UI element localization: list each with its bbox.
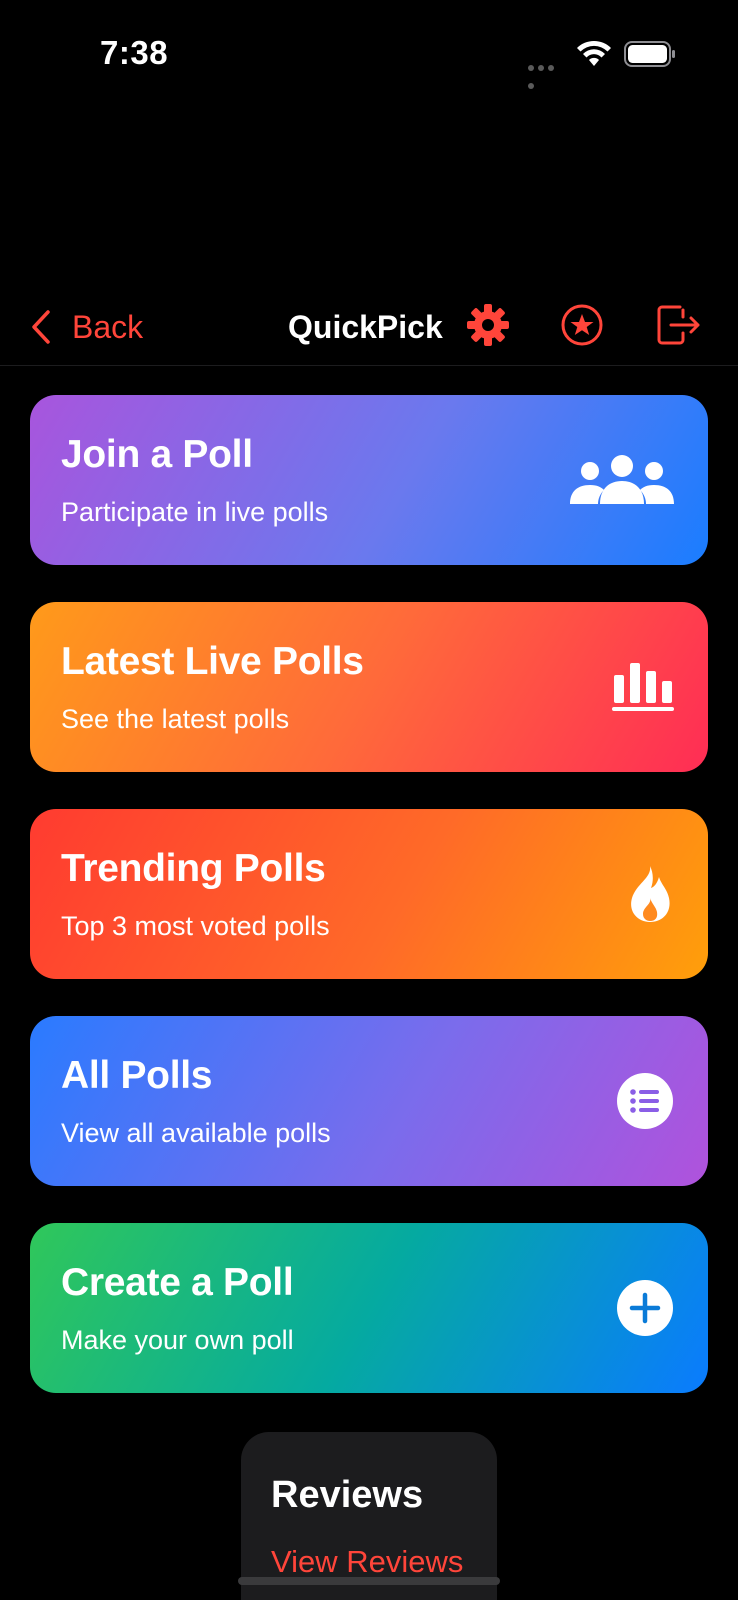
card-title: Latest Live Polls: [61, 640, 364, 683]
plus-circle-icon: [617, 1280, 673, 1336]
card-title: Create a Poll: [61, 1261, 294, 1304]
card-title: Trending Polls: [61, 847, 326, 890]
back-label: Back: [72, 308, 144, 345]
join-poll-card[interactable]: Join a Poll Participate in live polls: [30, 395, 708, 565]
reviews-title: Reviews: [271, 1474, 424, 1516]
reviews-panel[interactable]: Reviews View Reviews: [241, 1432, 497, 1600]
card-subtitle: See the latest polls: [61, 704, 290, 734]
create-poll-card[interactable]: Create a Poll Make your own poll: [30, 1223, 708, 1393]
cellular-signal-icon: [528, 58, 566, 89]
wifi-icon: [577, 40, 611, 66]
card-title: All Polls: [61, 1054, 213, 1097]
list-circle-icon: [617, 1073, 673, 1129]
gear-icon[interactable]: [464, 301, 512, 349]
card-subtitle: Participate in live polls: [61, 497, 329, 527]
chevron-left-icon: [32, 310, 50, 344]
status-time: 7:38: [100, 34, 169, 71]
battery-icon: [624, 41, 675, 67]
navigation-bar: Back QuickPick: [0, 285, 738, 366]
bar-chart-icon: [612, 663, 674, 711]
card-subtitle: Top 3 most voted polls: [61, 911, 330, 941]
card-title: Join a Poll: [61, 433, 253, 476]
latest-live-polls-card[interactable]: Latest Live Polls See the latest polls: [30, 602, 708, 772]
view-reviews-link[interactable]: View Reviews: [271, 1544, 463, 1580]
back-button[interactable]: Back: [28, 305, 143, 349]
card-subtitle: Make your own poll: [61, 1325, 294, 1355]
status-bar: 7:38: [0, 0, 738, 110]
star-circle-icon[interactable]: [558, 301, 606, 349]
flame-icon: [631, 866, 670, 922]
trending-polls-card[interactable]: Trending Polls Top 3 most voted polls: [30, 809, 708, 979]
nav-title: QuickPick: [288, 309, 443, 345]
home-indicator: [238, 1577, 500, 1585]
all-polls-card[interactable]: All Polls View all available polls: [30, 1016, 708, 1186]
people-group-icon: [570, 455, 674, 504]
card-subtitle: View all available polls: [61, 1118, 331, 1148]
logout-icon[interactable]: [654, 301, 702, 349]
